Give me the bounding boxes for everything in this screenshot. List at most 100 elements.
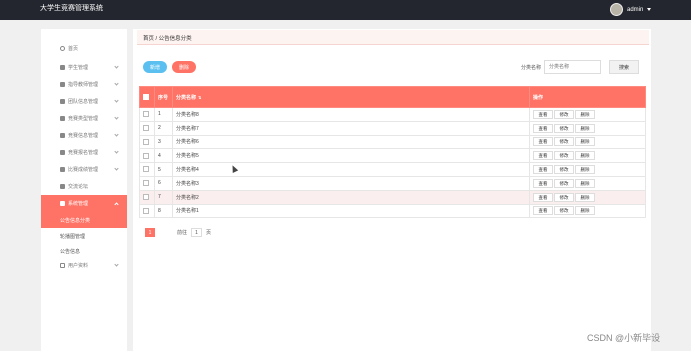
sidebar-item-registrations[interactable]: 竞赛报名管理 — [41, 144, 127, 161]
pagination: 1 前往 1 页 — [145, 228, 211, 237]
profile-icon — [60, 263, 65, 268]
column-header-name[interactable]: 分类名称 ⇅ — [172, 86, 530, 108]
sort-icon[interactable]: ⇅ — [198, 95, 201, 100]
breadcrumb-bar: 首页 / 公告信息分类 — [137, 30, 649, 45]
row-select-cell[interactable] — [139, 148, 155, 164]
row-category-name: 分类名称5 — [172, 148, 530, 164]
edit-button[interactable]: 修改 — [554, 206, 574, 216]
row-select-cell[interactable] — [139, 162, 155, 177]
row-actions: 查看 修改 删除 — [529, 162, 646, 177]
edit-button[interactable]: 修改 — [554, 137, 574, 147]
user-name[interactable]: admin — [627, 7, 643, 13]
view-button[interactable]: 查看 — [533, 165, 553, 175]
delete-row-button[interactable]: 删除 — [575, 165, 595, 175]
row-index: 8 — [154, 203, 173, 219]
row-checkbox[interactable] — [143, 138, 149, 145]
sidebar-subitem-label: 轮播图管理 — [60, 233, 86, 240]
view-button[interactable]: 查看 — [533, 151, 553, 161]
list-icon — [60, 184, 65, 189]
row-index: 4 — [154, 148, 173, 164]
delete-row-button[interactable]: 删除 — [575, 206, 595, 216]
chevron-down-icon[interactable] — [647, 8, 652, 11]
home-icon — [60, 46, 65, 51]
avatar[interactable] — [610, 3, 623, 16]
row-actions: 查看 修改 删除 — [529, 148, 646, 164]
chevron-down-icon — [114, 262, 119, 267]
delete-row-button[interactable]: 删除 — [575, 151, 595, 161]
sidebar-item-profile[interactable]: 用户资料 — [41, 257, 127, 274]
delete-button[interactable]: 删除 — [172, 61, 196, 73]
row-select-cell[interactable] — [139, 107, 155, 122]
row-checkbox[interactable] — [143, 180, 149, 187]
delete-row-button[interactable]: 删除 — [575, 137, 595, 147]
edit-button[interactable]: 修改 — [554, 165, 574, 175]
table-row: 4 分类名称5 查看 修改 删除 — [139, 148, 646, 164]
sidebar-item-students[interactable]: 学生管理 — [41, 59, 127, 76]
sidebar-subitem-carousel[interactable]: 轮播图管理 — [41, 228, 127, 244]
row-actions: 查看 修改 删除 — [529, 175, 646, 191]
row-checkbox[interactable] — [143, 111, 149, 118]
goto-page-input[interactable]: 1 — [191, 228, 203, 237]
row-index: 5 — [154, 162, 173, 177]
delete-row-button[interactable]: 删除 — [575, 192, 595, 202]
sidebar-item-competition-types[interactable]: 竞赛类型管理 — [41, 110, 127, 127]
view-button[interactable]: 查看 — [533, 206, 553, 216]
sidebar-item-teams[interactable]: 团队信息管理 — [41, 93, 127, 110]
table-row: 7 分类名称2 查看 修改 删除 — [139, 189, 646, 205]
row-checkbox[interactable] — [143, 125, 149, 132]
row-index: 1 — [154, 107, 173, 122]
row-select-cell[interactable] — [139, 203, 155, 219]
row-actions: 查看 修改 删除 — [529, 189, 646, 205]
delete-row-button[interactable]: 删除 — [575, 109, 595, 119]
row-checkbox[interactable] — [143, 166, 149, 173]
row-select-cell[interactable] — [139, 189, 155, 205]
sidebar-subitem-label: 公告信息 — [60, 248, 81, 255]
view-button[interactable]: 查看 — [533, 123, 553, 133]
sidebar-item-label: 竞赛信息管理 — [68, 133, 99, 139]
table-row: 5 分类名称4 查看 修改 删除 — [139, 162, 646, 177]
sidebar-item-competitions[interactable]: 竞赛信息管理 — [41, 127, 127, 144]
edit-button[interactable]: 修改 — [554, 109, 574, 119]
row-select-cell[interactable] — [139, 175, 155, 191]
view-button[interactable]: 查看 — [533, 178, 553, 188]
row-checkbox[interactable] — [143, 207, 149, 214]
page-current[interactable]: 1 — [145, 228, 155, 237]
search-button[interactable]: 搜索 — [609, 60, 639, 74]
row-select-cell[interactable] — [139, 134, 155, 150]
row-select-cell[interactable] — [139, 120, 155, 136]
select-all-checkbox[interactable] — [143, 93, 149, 100]
column-header-actions: 操作 — [529, 86, 646, 108]
app-title: 大学生竞赛管理系统 — [40, 5, 103, 12]
sidebar-item-results[interactable]: 比赛成绩管理 — [41, 161, 127, 178]
user-menu[interactable]: admin — [610, 3, 652, 16]
edit-button[interactable]: 修改 — [554, 192, 574, 202]
select-all-cell[interactable] — [139, 86, 155, 108]
sidebar-item-forum[interactable]: 交流论坛 — [41, 178, 127, 195]
search-input[interactable] — [544, 60, 601, 74]
sidebar-item-label: 团队信息管理 — [68, 99, 99, 105]
view-button[interactable]: 查看 — [533, 109, 553, 119]
row-index: 2 — [154, 120, 173, 136]
delete-row-button[interactable]: 删除 — [575, 123, 595, 133]
view-button[interactable]: 查看 — [533, 137, 553, 147]
table-row: 2 分类名称7 查看 修改 删除 — [139, 120, 646, 136]
view-button[interactable]: 查看 — [533, 192, 553, 202]
chevron-down-icon — [114, 64, 119, 69]
row-checkbox[interactable] — [143, 152, 149, 159]
delete-row-button[interactable]: 删除 — [575, 178, 595, 188]
edit-button[interactable]: 修改 — [554, 151, 574, 161]
table-row: 1 分类名称8 查看 修改 删除 — [139, 107, 646, 122]
add-button[interactable]: 新增 — [143, 61, 167, 73]
row-category-name: 分类名称4 — [172, 162, 530, 177]
sidebar-item-teachers[interactable]: 指导教师管理 — [41, 76, 127, 93]
sidebar-item-system[interactable]: 系统管理 — [41, 195, 127, 212]
sidebar-subitem-notice-category[interactable]: 公告信息分类 — [41, 212, 127, 228]
row-checkbox[interactable] — [143, 194, 149, 201]
sidebar: 首页 学生管理 指导教师管理 团队信息管理 竞赛类型管理 竞赛信息管理 竞赛报名… — [41, 29, 127, 351]
sidebar-item-home[interactable]: 首页 — [41, 40, 127, 57]
sidebar-item-label: 指导教师管理 — [68, 82, 99, 88]
edit-button[interactable]: 修改 — [554, 123, 574, 133]
chevron-down-icon — [114, 115, 119, 120]
row-actions: 查看 修改 删除 — [529, 134, 646, 150]
edit-button[interactable]: 修改 — [554, 178, 574, 188]
